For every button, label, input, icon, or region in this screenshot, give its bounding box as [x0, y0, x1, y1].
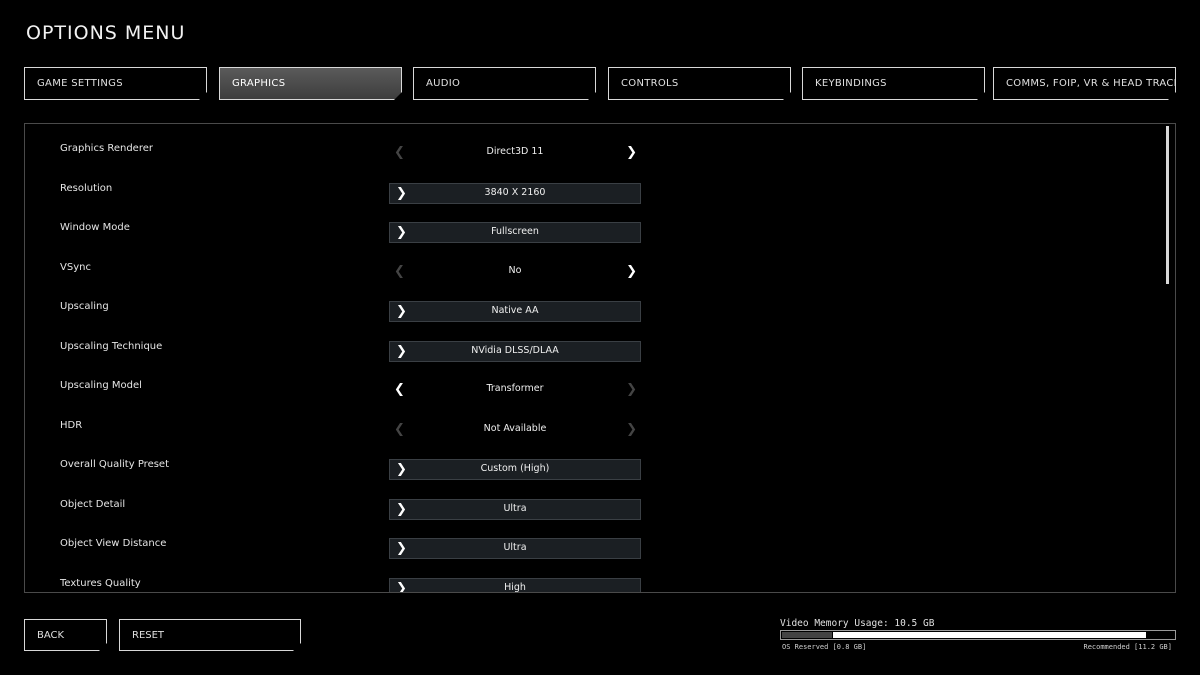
setting-row: VSync ❮ No ❯	[25, 249, 1145, 289]
chevron-right-icon: ❯	[396, 580, 407, 593]
setting-row: Object View Distance Ultra ❯	[25, 525, 1145, 565]
setting-selector: ❮ Direct3D 11 ❯	[389, 143, 641, 164]
setting-label: Object View Distance	[60, 538, 167, 549]
setting-dropdown[interactable]: NVidia DLSS/DLAA ❯	[389, 340, 641, 362]
chevron-right-icon: ❯	[626, 382, 637, 397]
scrollbar-thumb[interactable]	[1166, 126, 1169, 284]
tab-controls[interactable]: CONTROLS	[608, 67, 791, 100]
setting-label: Upscaling	[60, 301, 109, 312]
setting-row: Textures Quality High ❯	[25, 565, 1145, 593]
setting-value: Native AA	[491, 305, 539, 316]
setting-row: Object Detail Ultra ❯	[25, 486, 1145, 526]
os-reserved-label: OS Reserved [0.8 GB]	[782, 643, 867, 651]
setting-row: Overall Quality Preset Custom (High) ❯	[25, 446, 1145, 486]
recommended-label: Recommended [11.2 GB]	[1083, 643, 1172, 651]
setting-label: Textures Quality	[60, 577, 141, 589]
setting-label: Resolution	[60, 182, 113, 194]
setting-value: NVidia DLSS/DLAA	[471, 344, 559, 356]
setting-value: Direct3D 11	[486, 146, 544, 157]
setting-label: Upscaling Technique	[60, 340, 163, 352]
chevron-right-icon: ❯	[396, 343, 407, 359]
chevron-right-icon: ❯	[396, 541, 407, 556]
tab-keybindings[interactable]: KEYBINDINGS	[802, 67, 985, 100]
setting-selector: ❮ No ❯	[389, 262, 641, 283]
setting-row: Upscaling Native AA ❯	[25, 288, 1145, 328]
setting-dropdown[interactable]: Custom (High) ❯	[389, 459, 641, 480]
setting-row: HDR ❮ Not Available ❯	[25, 407, 1145, 447]
setting-value: Ultra	[503, 542, 527, 553]
setting-value: Custom (High)	[480, 463, 550, 474]
chevron-right-icon: ❯	[626, 421, 637, 437]
chevron-right-icon[interactable]: ❯	[626, 264, 637, 279]
setting-label: HDR	[60, 419, 83, 431]
chevron-right-icon: ❯	[396, 462, 407, 477]
chevron-right-icon: ❯	[396, 225, 407, 240]
video-memory-label: Video Memory Usage: 10.5 GB	[780, 618, 935, 629]
chevron-right-icon: ❯	[396, 185, 407, 201]
page-title: OPTIONS MENU	[26, 22, 186, 44]
reset-button[interactable]: RESET	[119, 619, 301, 651]
chevron-right-icon: ❯	[396, 304, 407, 319]
setting-dropdown[interactable]: Ultra ❯	[389, 498, 641, 520]
setting-dropdown[interactable]: Fullscreen ❯	[389, 222, 641, 243]
setting-value: Ultra	[503, 502, 527, 514]
setting-dropdown[interactable]: Native AA ❯	[389, 301, 641, 322]
setting-label: Window Mode	[60, 222, 130, 233]
tab-comms-foip-vr[interactable]: COMMS, FOIP, VR & HEAD TRACKING	[993, 67, 1176, 100]
setting-dropdown[interactable]: High ❯	[389, 577, 641, 593]
setting-selector: ❮ Not Available ❯	[389, 420, 641, 441]
setting-value: High	[504, 581, 526, 593]
tab-bar: GAME SETTINGS GRAPHICS AUDIO CONTROLS KE…	[24, 67, 1176, 100]
setting-row: Upscaling Model ❮ Transformer ❯	[25, 367, 1145, 407]
tab-graphics[interactable]: GRAPHICS	[219, 67, 402, 100]
setting-dropdown[interactable]: Ultra ❯	[389, 538, 641, 559]
setting-value: 3840 X 2160	[484, 186, 546, 198]
os-reserved-fill	[782, 632, 832, 638]
setting-value: No	[508, 264, 522, 276]
setting-value: Transformer	[486, 383, 544, 394]
setting-value: Not Available	[483, 422, 547, 434]
back-button[interactable]: BACK	[24, 619, 107, 651]
chevron-right-icon[interactable]: ❯	[626, 145, 637, 160]
setting-row: Graphics Renderer ❮ Direct3D 11 ❯	[25, 130, 1145, 170]
setting-row: Window Mode Fullscreen ❯	[25, 209, 1145, 249]
video-memory-bar	[780, 630, 1176, 640]
tab-audio[interactable]: AUDIO	[413, 67, 596, 100]
setting-value: Fullscreen	[491, 226, 539, 237]
memory-used-fill	[833, 632, 1146, 638]
chevron-right-icon: ❯	[396, 501, 407, 517]
setting-label: Object Detail	[60, 498, 126, 510]
setting-label: Graphics Renderer	[60, 143, 153, 154]
setting-row: Resolution 3840 X 2160 ❯	[25, 170, 1145, 210]
settings-panel: Graphics Renderer ❮ Direct3D 11 ❯ Resolution…	[24, 123, 1176, 593]
setting-row: Upscaling Technique NVidia DLSS/DLAA ❯	[25, 328, 1145, 368]
setting-label: Overall Quality Preset	[60, 459, 170, 470]
setting-label: Upscaling Model	[60, 380, 142, 391]
tab-game-settings[interactable]: GAME SETTINGS	[24, 67, 207, 100]
setting-selector: ❮ Transformer ❯	[389, 380, 641, 401]
setting-label: VSync	[60, 261, 91, 273]
setting-dropdown[interactable]: 3840 X 2160 ❯	[389, 182, 641, 204]
